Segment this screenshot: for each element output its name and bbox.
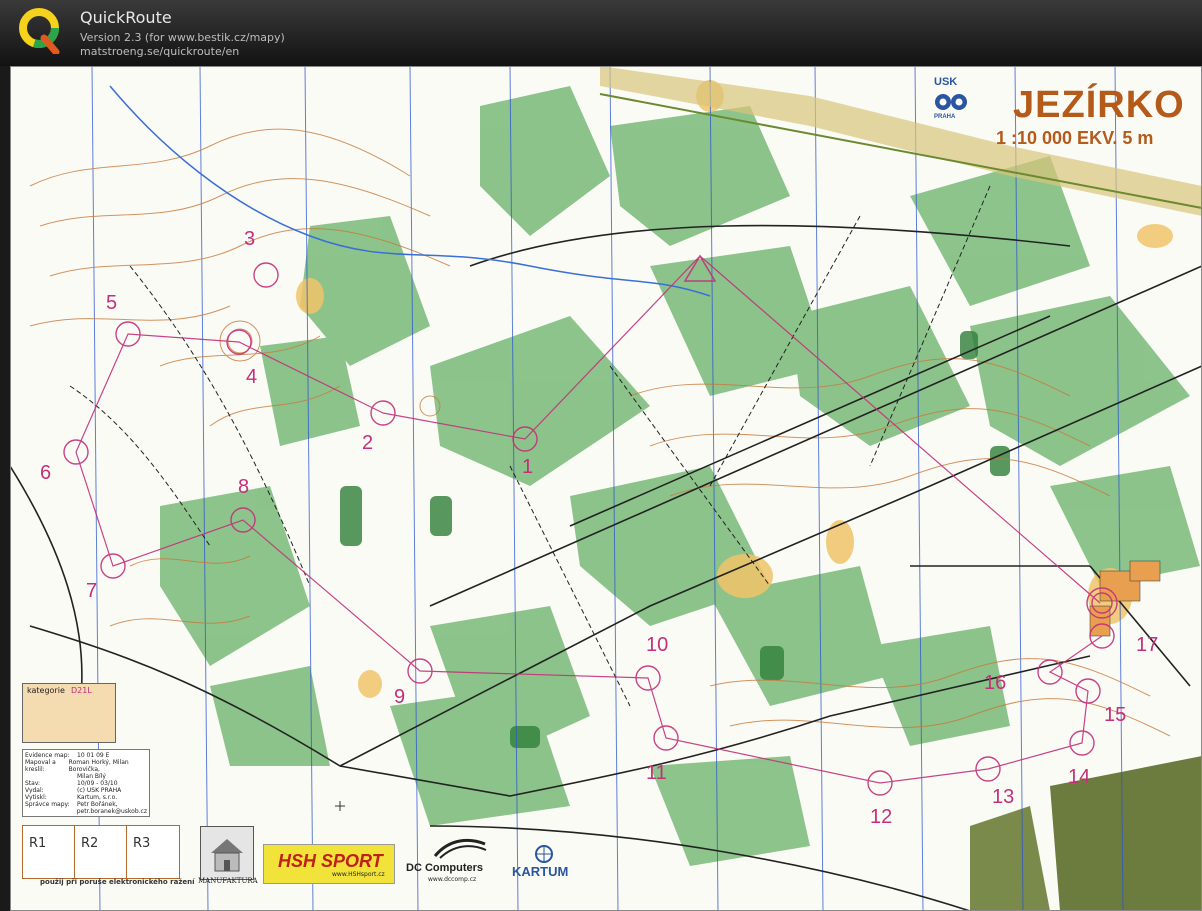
control-number-16: 16 <box>984 672 1007 694</box>
control-number-3: 3 <box>244 228 256 250</box>
info-value: (c) USK PRAHA <box>77 787 122 794</box>
dc-swoosh-icon <box>433 838 487 859</box>
control-number-17: 17 <box>1136 634 1159 656</box>
category-box: kategorie D21L <box>22 683 116 743</box>
r3-box: R3 <box>126 825 180 879</box>
app-version: Version 2.3 (for www.bestik.cz/mapy) mat… <box>80 31 285 59</box>
version-line: Version 2.3 (for www.bestik.cz/mapy) <box>80 31 285 44</box>
club-sub: PRAHA <box>934 114 956 120</box>
info-value: petr.boranek@uskob.cz <box>76 808 147 815</box>
r3-label: R3 <box>133 836 151 851</box>
manufaktura-text: MANUFAKTURA <box>198 877 258 885</box>
info-key <box>25 808 77 815</box>
control-number-10: 10 <box>646 634 669 656</box>
quickroute-logo-icon <box>19 8 60 54</box>
app-title: QuickRoute <box>80 8 172 27</box>
category-value: D21L <box>71 686 92 695</box>
control-number-12: 12 <box>870 806 893 828</box>
info-key: Správce mapy: <box>25 801 70 808</box>
info-key: Mapoval a kreslil: <box>25 759 56 773</box>
club-name: USK <box>934 76 958 88</box>
r2-box: R2 <box>74 825 128 879</box>
control-number-6: 6 <box>40 462 52 484</box>
dc-computers-logo: DC Computers www.dccomp.cz <box>406 836 494 884</box>
map-scale: 1 :10 000 EKV. 5 m <box>996 128 1154 148</box>
info-value: 10 01 09 E <box>77 752 110 759</box>
map-info-box: Evidence map: 10 01 09 E Mapoval a kresli… <box>22 749 150 817</box>
control-number-5: 5 <box>106 292 118 314</box>
r1-label: R1 <box>29 836 47 851</box>
info-value: Milan Bílý <box>77 773 106 780</box>
hsh-url: www.HSHsport.cz <box>332 871 385 878</box>
crosshair-icon <box>335 801 345 811</box>
control-number-4: 4 <box>246 366 258 388</box>
category-label: kategorie <box>27 686 65 695</box>
house-icon <box>211 839 243 872</box>
control-number-7: 7 <box>86 580 98 602</box>
info-key: Stav: <box>25 780 41 787</box>
map-title: JEZÍRKO <box>1013 84 1185 126</box>
globe-icon <box>535 845 553 863</box>
info-value: Kartum, s.r.o. <box>77 794 118 801</box>
kartum-logo: KARTUM <box>508 844 572 882</box>
info-value: 10/09 - 03/10 <box>77 780 118 787</box>
control-number-14: 14 <box>1068 766 1091 788</box>
r2-label: R2 <box>81 836 99 851</box>
info-key: Vydal: <box>25 787 44 794</box>
map-canvas[interactable] <box>10 66 1202 911</box>
control-number-8: 8 <box>238 476 250 498</box>
kartum-text: KARTUM <box>512 864 569 879</box>
hsh-sport-logo: HSH SPORT www.HSHsport.cz <box>263 844 395 884</box>
info-key <box>25 773 77 780</box>
punch-note: použij při poruše elektronického ražení <box>40 878 195 886</box>
info-value: Roman Horký, Milan Borovička, <box>68 759 129 773</box>
dc-url: www.dccomp.cz <box>428 876 477 883</box>
control-number-13: 13 <box>992 786 1015 808</box>
vegetation-layer <box>160 86 1200 866</box>
orienteering-map[interactable]: 1 2 3 4 5 6 7 8 9 10 11 12 13 14 15 16 1… <box>10 66 1202 911</box>
app-titlebar: QuickRoute Version 2.3 (for www.bestik.c… <box>0 0 1202 66</box>
control-number-11: 11 <box>646 762 667 784</box>
hsh-text: HSH SPORT <box>278 851 383 871</box>
info-value: Petr Bořánek, <box>77 801 118 808</box>
control-number-2: 2 <box>362 432 374 454</box>
url-line: matstroeng.se/quickroute/en <box>80 45 240 58</box>
info-key: Vytiskl: <box>25 794 47 801</box>
r1-box: R1 <box>22 825 76 879</box>
control-number-1: 1 <box>522 456 534 478</box>
manufaktura-logo <box>200 826 254 880</box>
control-number-15: 15 <box>1104 704 1127 726</box>
control-number-9: 9 <box>394 686 406 708</box>
dc-text: DC Computers <box>406 862 484 874</box>
info-key: Evidence map: <box>25 752 70 759</box>
